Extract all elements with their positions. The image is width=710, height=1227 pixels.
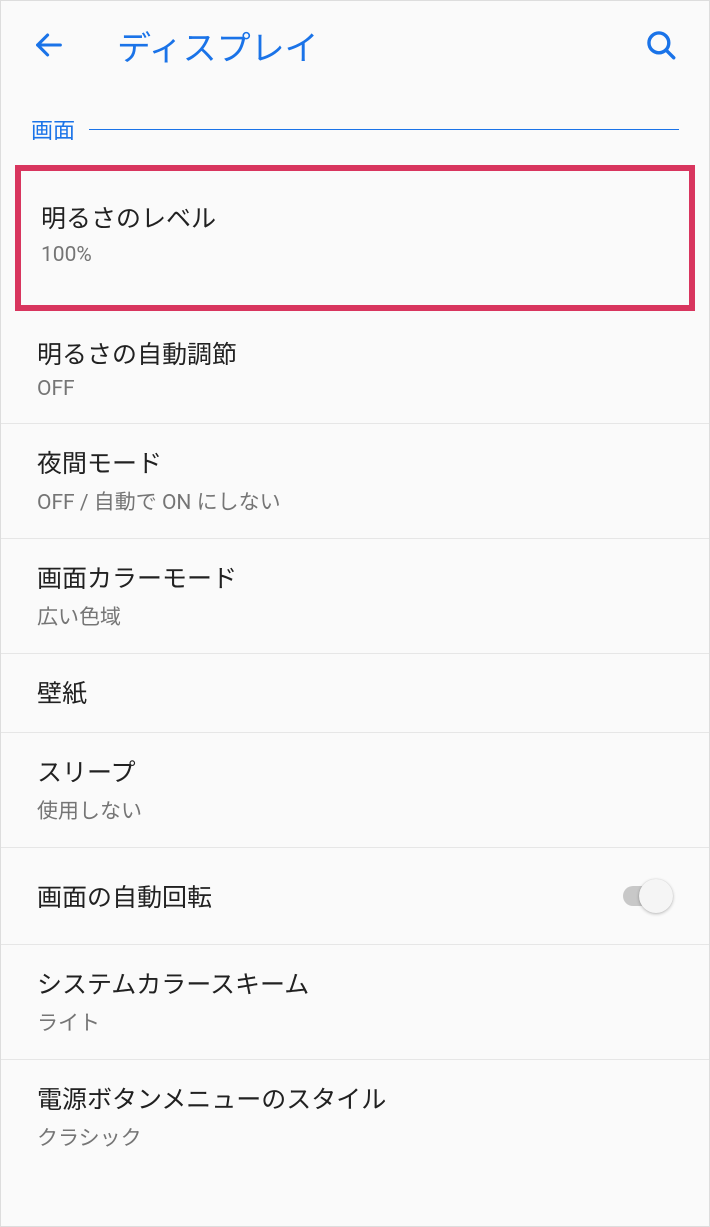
item-value: OFF	[37, 377, 673, 401]
section-label: 画面	[31, 113, 75, 145]
item-value: OFF / 自動で ON にしない	[37, 486, 673, 516]
auto-rotate-item[interactable]: 画面の自動回転	[1, 848, 709, 945]
search-icon[interactable]	[641, 25, 681, 65]
section-header: 画面	[1, 89, 709, 159]
auto-brightness-item[interactable]: 明るさの自動調節 OFF	[1, 315, 709, 424]
page-title: ディスプレイ	[117, 21, 319, 70]
auto-rotate-switch[interactable]	[623, 886, 679, 906]
section-divider	[89, 129, 679, 130]
item-title: 明るさのレベル	[41, 199, 669, 235]
item-value: クラシック	[37, 1122, 673, 1152]
header: ディスプレイ	[1, 1, 709, 89]
night-mode-item[interactable]: 夜間モード OFF / 自動で ON にしない	[1, 424, 709, 539]
item-title: システムカラースキーム	[37, 965, 673, 1001]
item-title: 壁紙	[37, 674, 673, 710]
item-title: 画面の自動回転	[37, 878, 212, 914]
brightness-level-item[interactable]: 明るさのレベル 100%	[15, 165, 695, 311]
color-mode-item[interactable]: 画面カラーモード 広い色域	[1, 539, 709, 654]
item-value: 使用しない	[37, 795, 673, 825]
item-title: 電源ボタンメニューのスタイル	[37, 1080, 673, 1116]
switch-thumb	[639, 879, 673, 913]
item-title: 明るさの自動調節	[37, 335, 673, 371]
item-value: ライト	[37, 1007, 673, 1037]
item-title: 夜間モード	[37, 444, 673, 480]
item-value: 広い色域	[37, 601, 673, 631]
wallpaper-item[interactable]: 壁紙	[1, 654, 709, 733]
sleep-item[interactable]: スリープ 使用しない	[1, 733, 709, 848]
color-scheme-item[interactable]: システムカラースキーム ライト	[1, 945, 709, 1060]
item-value: 100%	[41, 243, 669, 267]
item-title: スリープ	[37, 753, 673, 789]
back-arrow-icon[interactable]	[29, 25, 69, 65]
item-title: 画面カラーモード	[37, 559, 673, 595]
power-button-menu-item[interactable]: 電源ボタンメニューのスタイル クラシック	[1, 1060, 709, 1174]
